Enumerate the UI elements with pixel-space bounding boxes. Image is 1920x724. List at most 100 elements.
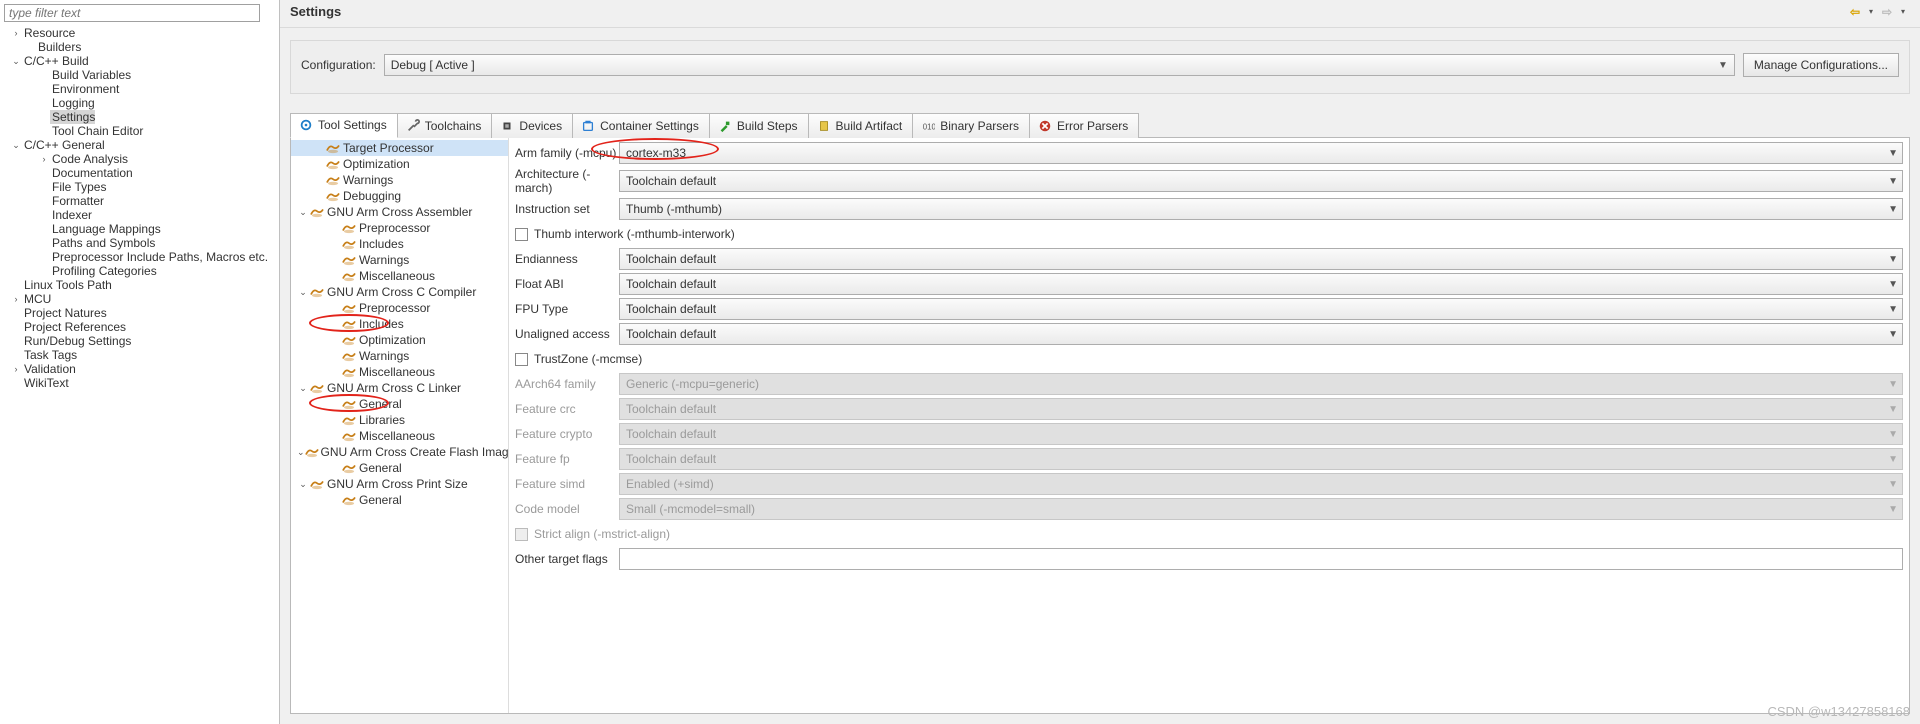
- nav-item[interactable]: Task Tags: [4, 348, 275, 362]
- nav-item[interactable]: Documentation: [4, 166, 275, 180]
- nav-tree[interactable]: ›ResourceBuilders⌄C/C++ BuildBuild Varia…: [4, 26, 275, 720]
- chevron-right-icon[interactable]: ›: [10, 292, 22, 306]
- tool-tree-item[interactable]: General: [291, 460, 508, 476]
- tool-tree-item[interactable]: ⌄ GNU Arm Cross C Compiler: [291, 284, 508, 300]
- manage-configurations-button[interactable]: Manage Configurations...: [1743, 53, 1899, 77]
- nav-item[interactable]: File Types: [4, 180, 275, 194]
- chevron-down-icon: ▼: [1888, 254, 1898, 265]
- nav-back-menu-icon[interactable]: ▾: [1864, 5, 1878, 19]
- tab-build-artifact[interactable]: Build Artifact: [808, 113, 914, 138]
- tool-tree-item[interactable]: Preprocessor: [291, 220, 508, 236]
- tool-tree-item[interactable]: Warnings: [291, 348, 508, 364]
- configuration-select[interactable]: Debug [ Active ] ▼: [384, 54, 1735, 76]
- nav-item[interactable]: Logging: [4, 96, 275, 110]
- tool-tree-label: Libraries: [359, 412, 405, 428]
- nav-item[interactable]: ›MCU: [4, 292, 275, 306]
- tool-tree-item[interactable]: Optimization: [291, 156, 508, 172]
- nav-item[interactable]: Paths and Symbols: [4, 236, 275, 250]
- twisty-spacer: [38, 180, 50, 194]
- tool-tree-item[interactable]: Debugging: [291, 188, 508, 204]
- tool-tree-item[interactable]: ⌄GNU Arm Cross Assembler: [291, 204, 508, 220]
- nav-forward-icon[interactable]: ⇨: [1880, 5, 1894, 19]
- nav-item[interactable]: ›Validation: [4, 362, 275, 376]
- tab-error-parsers[interactable]: Error Parsers: [1029, 113, 1139, 138]
- tool-tree-item[interactable]: Warnings: [291, 252, 508, 268]
- property-row: EndiannessToolchain default▼: [515, 248, 1903, 270]
- tab-build-steps[interactable]: Build Steps: [709, 113, 809, 138]
- nav-item[interactable]: Build Variables: [4, 68, 275, 82]
- property-select: Toolchain default▼: [619, 398, 1903, 420]
- nav-item[interactable]: Builders: [4, 40, 275, 54]
- nav-item-label: Formatter: [50, 194, 104, 208]
- property-select[interactable]: Toolchain default▼: [619, 273, 1903, 295]
- property-select[interactable]: Toolchain default▼: [619, 323, 1903, 345]
- tool-tree-item[interactable]: ⌄GNU Arm Cross Create Flash Image: [291, 444, 508, 460]
- chevron-right-icon[interactable]: ›: [10, 362, 22, 376]
- property-label: Unaligned access: [515, 327, 619, 341]
- tool-tree-item[interactable]: Warnings: [291, 172, 508, 188]
- tool-tree-item[interactable]: ⌄GNU Arm Cross Print Size: [291, 476, 508, 492]
- nav-item[interactable]: ›Resource: [4, 26, 275, 40]
- property-select[interactable]: cortex-m33▼: [619, 142, 1903, 164]
- chevron-down-icon[interactable]: ⌄: [297, 476, 309, 492]
- tool-tree-item[interactable]: Miscellaneous: [291, 428, 508, 444]
- tool-tree-item[interactable]: Libraries: [291, 412, 508, 428]
- tool-tree-label: GNU Arm Cross C Compiler: [327, 284, 476, 300]
- nav-item[interactable]: Project References: [4, 320, 275, 334]
- checkbox[interactable]: [515, 353, 528, 366]
- tool-tree-label: Preprocessor: [359, 220, 430, 236]
- nav-item[interactable]: Formatter: [4, 194, 275, 208]
- nav-item[interactable]: Language Mappings: [4, 222, 275, 236]
- tab-tool-settings[interactable]: Tool Settings: [290, 113, 398, 138]
- tool-tree-item[interactable]: Includes: [291, 316, 508, 332]
- tool-tree-item[interactable]: General: [291, 492, 508, 508]
- chevron-down-icon[interactable]: ⌄: [297, 444, 305, 460]
- property-select[interactable]: Toolchain default▼: [619, 248, 1903, 270]
- nav-item[interactable]: ›Code Analysis: [4, 152, 275, 166]
- property-input[interactable]: [619, 548, 1903, 570]
- tab-binary-parsers[interactable]: 010Binary Parsers: [912, 113, 1030, 138]
- select-value: Toolchain default: [626, 327, 716, 341]
- filter-input[interactable]: [4, 4, 260, 22]
- tool-settings-tree[interactable]: Target ProcessorOptimizationWarningsDebu…: [291, 138, 509, 713]
- tab-toolchains[interactable]: Toolchains: [397, 113, 493, 138]
- nav-item[interactable]: Settings: [4, 110, 275, 124]
- chevron-right-icon[interactable]: ›: [38, 152, 50, 166]
- nav-item[interactable]: Run/Debug Settings: [4, 334, 275, 348]
- chevron-down-icon[interactable]: ⌄: [10, 54, 22, 68]
- nav-item-label: Paths and Symbols: [50, 236, 155, 250]
- nav-item[interactable]: Tool Chain Editor: [4, 124, 275, 138]
- nav-item-label: Builders: [36, 40, 81, 54]
- nav-item[interactable]: Project Natures: [4, 306, 275, 320]
- tool-tree-item[interactable]: General: [291, 396, 508, 412]
- nav-item[interactable]: WikiText: [4, 376, 275, 390]
- property-select[interactable]: Thumb (-mthumb)▼: [619, 198, 1903, 220]
- nav-item[interactable]: Linux Tools Path: [4, 278, 275, 292]
- chevron-down-icon[interactable]: ⌄: [297, 204, 309, 220]
- tool-tree-item[interactable]: Miscellaneous: [291, 364, 508, 380]
- tab-devices[interactable]: Devices: [491, 113, 573, 138]
- tool-tree-item[interactable]: ⌄GNU Arm Cross C Linker: [291, 380, 508, 396]
- property-select[interactable]: Toolchain default▼: [619, 298, 1903, 320]
- tool-tree-item[interactable]: Optimization: [291, 332, 508, 348]
- tool-tree-item[interactable]: Miscellaneous: [291, 268, 508, 284]
- nav-item[interactable]: ⌄C/C++ Build: [4, 54, 275, 68]
- nav-forward-menu-icon[interactable]: ▾: [1896, 5, 1910, 19]
- tab-container-settings[interactable]: Container Settings: [572, 113, 710, 138]
- nav-item[interactable]: ⌄C/C++ General: [4, 138, 275, 152]
- property-select[interactable]: Toolchain default▼: [619, 170, 1903, 192]
- checkbox[interactable]: [515, 228, 528, 241]
- chevron-down-icon[interactable]: ⌄: [297, 380, 309, 396]
- chevron-right-icon[interactable]: ›: [10, 26, 22, 40]
- nav-item[interactable]: Profiling Categories: [4, 264, 275, 278]
- chevron-down-icon[interactable]: ⌄: [10, 138, 22, 152]
- nav-item[interactable]: Environment: [4, 82, 275, 96]
- tool-tree-item[interactable]: Preprocessor: [291, 300, 508, 316]
- twisty-spacer: [10, 376, 22, 390]
- nav-item[interactable]: Preprocessor Include Paths, Macros etc.: [4, 250, 275, 264]
- tool-tree-item[interactable]: Includes: [291, 236, 508, 252]
- chevron-down-icon[interactable]: ⌄: [297, 284, 309, 300]
- tool-tree-item[interactable]: Target Processor: [291, 140, 508, 156]
- nav-back-icon[interactable]: ⇦: [1848, 5, 1862, 19]
- nav-item[interactable]: Indexer: [4, 208, 275, 222]
